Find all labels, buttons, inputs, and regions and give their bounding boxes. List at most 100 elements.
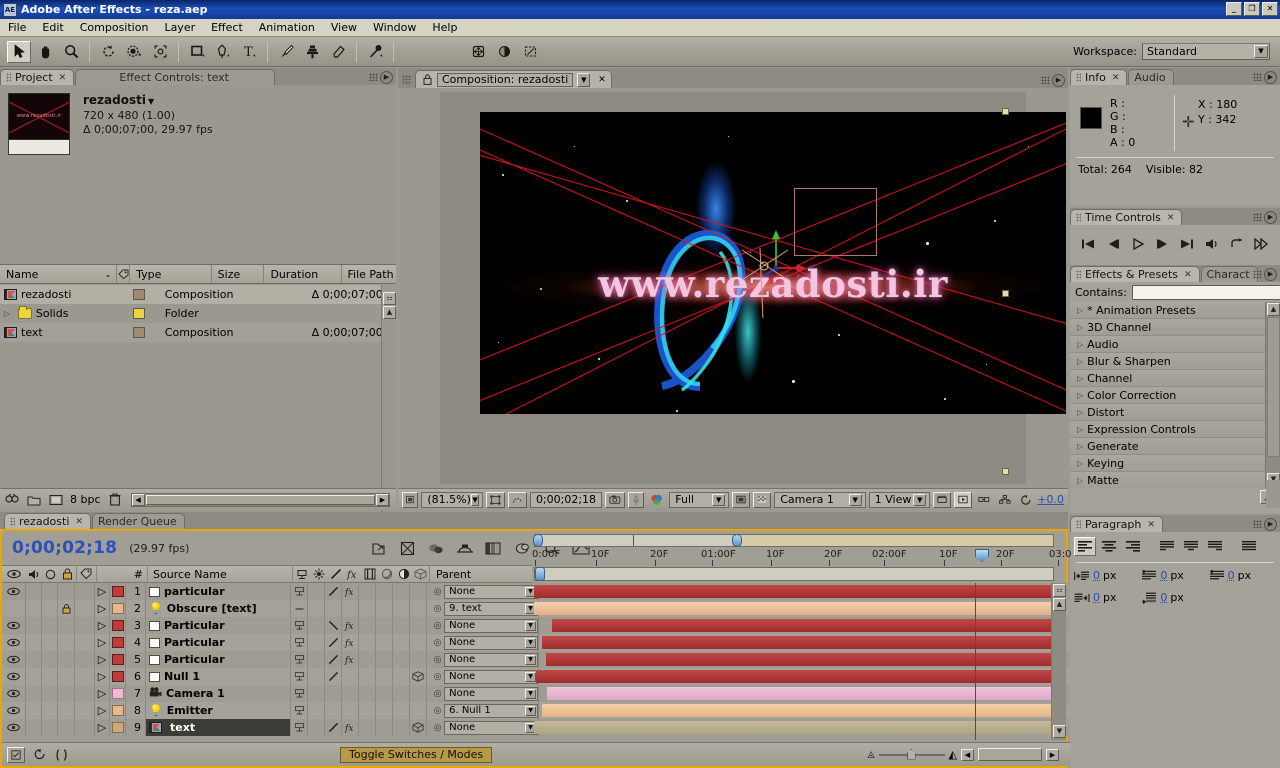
mask-shape-icon[interactable] [508,492,527,508]
project-vertical-scrollbar[interactable]: ⚏ ▲ [381,285,396,550]
parent-select[interactable]: None ▼ [444,619,538,633]
layer-visibility-toggle[interactable] [2,719,26,736]
layer-motion-blur-switch[interactable] [376,685,393,702]
justify-last-center-button[interactable] [1180,537,1202,556]
layer-expand-triangle[interactable]: ▷ [95,634,110,651]
effects-panel-menu[interactable]: ▶ [1247,267,1277,281]
layer-duration-bar[interactable] [534,721,1056,734]
layer-label-color[interactable] [110,634,126,651]
layer-audio-toggle[interactable] [26,719,42,736]
layer-3d-switch[interactable] [410,634,427,651]
layer-motion-blur-switch[interactable] [376,617,393,634]
expand-triangle-icon[interactable]: ▷ [1077,476,1083,485]
layer-quality-switch[interactable] [325,634,342,651]
layer-frame-blending-switch[interactable] [359,634,376,651]
layer-visibility-toggle[interactable] [2,651,26,668]
layer-collapse-switch[interactable] [308,634,325,651]
layer-effects-switch[interactable]: fx [342,719,359,736]
menu-view[interactable]: View [323,19,365,36]
tab-audio[interactable]: Audio [1128,69,1173,85]
layer-collapse-switch[interactable] [308,668,325,685]
loop-button[interactable] [1227,235,1247,253]
parent-select[interactable]: None ▼ [444,721,538,735]
layer-motion-blur-switch[interactable] [376,651,393,668]
layer-quality-switch[interactable] [325,702,342,719]
layer-label-color[interactable] [110,668,126,685]
toggle-switches-modes-button[interactable]: Toggle Switches / Modes [340,747,492,763]
scroll-right-button[interactable]: ▶ [376,494,389,506]
close-icon[interactable]: ✕ [1147,520,1155,530]
layer-solo-toggle[interactable] [42,719,58,736]
panel-menu-icon[interactable]: ▶ [380,71,393,84]
parent-select[interactable]: None ▼ [444,585,538,599]
timeline-layer-row[interactable]: ▷ 8 💡 Emitter ◎ 6. Null 1 ▼ [2,702,1070,719]
scroll-up-button[interactable]: ▲ [383,306,396,319]
close-icon[interactable]: ✕ [1112,73,1120,83]
layer-adjustment-switch[interactable] [393,668,410,685]
layer-effects-switch[interactable] [342,685,359,702]
layer-solo-toggle[interactable] [42,651,58,668]
align-right-button[interactable] [1122,537,1144,556]
layer-collapse-switch[interactable] [308,651,325,668]
scroll-left-button[interactable]: ◀ [961,749,974,761]
hide-shy-layers-icon[interactable] [427,540,445,557]
layer-hide-switch[interactable] [291,600,308,617]
layer-shy-toggle[interactable] [75,668,95,685]
layer-adjustment-switch[interactable] [393,600,410,617]
menu-help[interactable]: Help [424,19,465,36]
info-panel-menu[interactable]: ▶ [1247,70,1277,84]
parent-pickwhip-icon[interactable]: ◎ [431,689,444,699]
layer-audio-toggle[interactable] [26,702,42,719]
zoom-tool[interactable] [59,41,83,63]
layer-lock-toggle[interactable] [58,634,75,651]
layer-3d-switch[interactable] [410,719,427,736]
draft-3d-icon[interactable] [398,540,416,557]
clone-stamp-tool[interactable] [300,41,324,63]
resolution-select[interactable]: Full ▼ [669,492,729,508]
first-frame-button[interactable] [1078,235,1098,253]
layer-effects-switch[interactable]: fx [342,583,359,600]
timeline-zoom-slider[interactable]: ◬ ◭ ◀ ▶ [868,748,1065,761]
selection-tool[interactable] [7,41,31,63]
effects-category-blur-sharpen[interactable]: ▷ Blur & Sharpen [1070,353,1280,370]
layer-visibility-toggle[interactable] [2,600,26,617]
layer-effects-switch[interactable] [342,702,359,719]
project-panel-menu[interactable]: ▶ [363,70,393,84]
layer-label-color[interactable] [110,685,126,702]
zoom-in-icon[interactable]: ◭ [949,748,957,761]
layer-audio-toggle[interactable] [26,668,42,685]
project-row-text[interactable]: text Composition Δ 0;00;07;00 [0,323,396,342]
lock-icon[interactable] [421,74,433,86]
toggle-transparency-grid-icon[interactable] [753,492,771,508]
zoom-out-icon[interactable]: ◬ [868,750,875,760]
tab-info[interactable]: Info ✕ [1070,69,1127,85]
layer-hide-switch[interactable] [291,634,308,651]
layer-adjustment-switch[interactable] [393,685,410,702]
layer-expand-triangle[interactable]: ▷ [95,668,110,685]
layer-collapse-switch[interactable] [308,702,325,719]
layer-lock-toggle[interactable] [58,583,75,600]
indent-left-margin-field[interactable]: 0 px [1074,569,1141,582]
layer-lock-toggle[interactable] [58,702,75,719]
layer-audio-toggle[interactable] [26,600,42,617]
project-row-label-color[interactable] [129,308,165,319]
layer-source-name[interactable]: Particular [146,617,291,634]
close-icon[interactable]: ✕ [59,73,67,83]
layer-quality-switch[interactable] [325,583,342,600]
layer-label-color[interactable] [110,651,126,668]
pan-behind-tool[interactable] [148,41,172,63]
layer-source-name[interactable]: 💡 Emitter [146,702,291,719]
layer-3d-switch[interactable] [410,600,427,617]
scroll-thumb[interactable] [146,495,375,505]
composition-mini-flowchart-icon[interactable] [369,540,387,557]
parent-pickwhip-icon[interactable]: ◎ [431,587,444,597]
timeline-layer-row[interactable]: ▷ 4 Particular fx ◎ None ▼ [2,634,1070,651]
take-snapshot-icon[interactable] [605,492,625,508]
timeline-current-time[interactable]: 0;00;02;18 [12,538,117,558]
effects-vertical-scrollbar[interactable]: ▲ ▼ [1265,302,1280,488]
expand-triangle-icon[interactable]: ▷ [1077,374,1083,383]
chevron-down-icon[interactable]: ▼ [577,73,590,87]
layer-shy-toggle[interactable] [75,719,95,736]
layer-quality-switch[interactable] [325,617,342,634]
layer-lock-toggle[interactable] [58,600,75,617]
